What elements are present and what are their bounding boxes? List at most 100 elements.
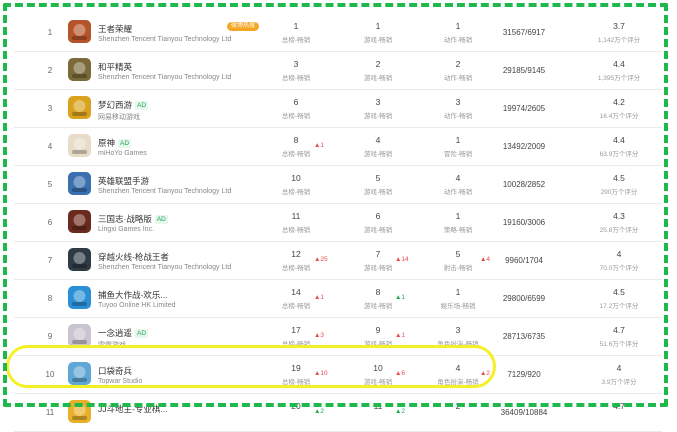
score-value: 4.7	[613, 325, 625, 335]
app-name[interactable]: 王者荣耀	[98, 23, 132, 35]
league-legends-icon[interactable]	[68, 172, 91, 195]
app-name-text[interactable]: 和平精英	[98, 62, 132, 72]
rank-value: 5	[455, 249, 461, 259]
app-name[interactable]: 穿越火线-枪战王者	[98, 251, 169, 263]
developer-name: Shenzhen Tencent Tianyou Technology Ltd	[98, 74, 232, 81]
category-rank: 3 总榜-畅销	[266, 59, 326, 82]
rank-category-label: 总榜-畅销	[281, 341, 311, 348]
category-rank: 11 总榜-畅销	[266, 211, 326, 234]
table-row[interactable]: 10 口袋奇兵 Topwar Studio 19 总榜-畅销 ▲10 10 游戏-畅销 ▲6 4 角…	[14, 356, 662, 394]
table-row[interactable]: 6 三国志·战略版 AD Lingxi Games Inc. 11 总榜-畅销 6 游戏-畅销…	[14, 204, 662, 242]
app-name-text[interactable]: 原神	[98, 138, 115, 148]
score: 4 70.0万个评分	[589, 249, 649, 272]
app-name[interactable]: 英雄联盟手游	[98, 175, 149, 187]
rating-count: 10028/2852	[502, 180, 546, 189]
score-value: 4.7	[613, 401, 625, 411]
category-rank: 1 冒险-畅销	[428, 135, 488, 158]
rank-number: 7	[47, 256, 53, 265]
rank-value: 1	[455, 211, 461, 221]
category-rank: 2 游戏-畅销	[348, 59, 408, 82]
review-count: 3.9万个评分	[601, 379, 637, 386]
rank-category-label: 动作-畅销	[443, 75, 473, 82]
rank-value: 4	[455, 363, 461, 373]
table-row[interactable]: 8 捕鱼大作战-欢乐... Tuyoo Online HK Limited 14 总榜-…	[14, 280, 662, 318]
rank-category-label: 动作-畅销	[443, 189, 473, 196]
fishing-icon[interactable]	[68, 286, 91, 309]
developer-name: Shenzhen Tencent Tianyou Technology Ltd	[98, 188, 232, 195]
app-name-text[interactable]: 捕鱼大作战-欢乐...	[98, 290, 167, 300]
rank-value: 1	[455, 135, 461, 145]
app-name-text[interactable]: 口袋奇兵	[98, 366, 132, 376]
rank-category-label: 动作-畅销	[443, 113, 473, 120]
rank-value: 6	[375, 211, 381, 221]
table-row[interactable]: 5 英雄联盟手游 Shenzhen Tencent Tianyou Technolo…	[14, 166, 662, 204]
topwar-icon[interactable]	[68, 362, 91, 385]
category-rank: 2 动作-畅销	[428, 59, 488, 82]
peacekeeper-elite-icon[interactable]	[68, 58, 91, 81]
app-name[interactable]: JJ斗地主-专业棋...	[98, 403, 167, 415]
yinian-icon[interactable]	[68, 324, 91, 347]
app-name-text[interactable]: 一念逍遥	[98, 328, 132, 338]
jj-poker-icon[interactable]	[68, 400, 91, 423]
app-name-text[interactable]: 英雄联盟手游	[98, 176, 149, 186]
rank-number: 1	[47, 28, 53, 37]
rating-count: 19160/3006	[502, 218, 546, 227]
rating-count: 9960/1704	[505, 256, 543, 265]
rank-value: 4	[455, 173, 461, 183]
table-row[interactable]: 11 JJ斗地主-专业棋... 20 ▲2 11 ▲2 2 36409/10884 4.7	[14, 394, 662, 432]
app-name-text[interactable]: 三国志·战略版	[98, 214, 152, 224]
table-row[interactable]: 4 原神 AD miHoYo Games 8 总榜-畅销 ▲1 4 游戏-畅销 1 冒险-畅销 134…	[14, 128, 662, 166]
rank-category-label: 游戏-畅销	[363, 265, 393, 272]
app-name[interactable]: 一念逍遥 AD	[98, 327, 149, 339]
app-name-text[interactable]: 梦幻西游	[98, 100, 132, 110]
rank-change: ▲1	[395, 294, 406, 301]
rank-number: 2	[47, 66, 53, 75]
category-rank: 1 游戏-畅销	[348, 21, 408, 44]
rank-value: 2	[455, 59, 461, 69]
rank-category-label: 游戏-畅销	[363, 151, 393, 158]
app-name[interactable]: 原神 AD	[98, 137, 132, 149]
category-rank: 2	[428, 401, 488, 411]
table-row[interactable]: 9 一念逍遥 AD 雷霆游戏 17 总榜-畅销 ▲3 9 游戏-畅销 ▲1 3 角色扮演-畅销 2871…	[14, 318, 662, 356]
rank-value: 1	[375, 21, 381, 31]
app-name[interactable]: 和平精英	[98, 61, 132, 73]
rank-category-label: 总榜-畅销	[281, 189, 311, 196]
category-rank: 1 娱乐场-畅销	[428, 287, 488, 310]
ad-badge: AD	[118, 139, 132, 149]
app-name-text[interactable]: JJ斗地主-专业棋...	[98, 404, 167, 414]
category-rank: 4 游戏-畅销	[348, 135, 408, 158]
app-name[interactable]: 口袋奇兵	[98, 365, 132, 377]
category-rank: 4 角色扮演-畅销	[428, 363, 488, 386]
review-count: 51.6万个评分	[599, 341, 639, 348]
app-name[interactable]: 三国志·战略版 AD	[98, 213, 168, 225]
genshin-icon[interactable]	[68, 134, 91, 157]
three-kingdoms-icon[interactable]	[68, 210, 91, 233]
table-row[interactable]: 1 王者荣耀 微博热搜 Shenzhen Tencent Tianyou Techno…	[14, 14, 662, 52]
developer-name: Shenzhen Tencent Tianyou Technology Ltd	[98, 36, 232, 43]
rank-number: 9	[47, 332, 53, 341]
table-row[interactable]: 7 穿越火线-枪战王者 Shenzhen Tencent Tianyou Techn…	[14, 242, 662, 280]
score-value: 4.4	[613, 135, 625, 145]
app-name[interactable]: 梦幻西游 AD	[98, 99, 149, 111]
app-name[interactable]: 捕鱼大作战-欢乐...	[98, 289, 167, 301]
developer-name: 雷霆游戏	[98, 342, 126, 349]
crossfire-icon[interactable]	[68, 248, 91, 271]
score-value: 4	[616, 363, 622, 373]
rank-category-label: 角色扮演-畅销	[437, 341, 479, 348]
honor-of-kings-icon[interactable]	[68, 20, 91, 43]
category-rank: 3 游戏-畅销	[348, 97, 408, 120]
table-row[interactable]: 3 梦幻西游 AD 网易移动游戏 6 总榜-畅销 3 游戏-畅销 3 动作-畅销 19974/260…	[14, 90, 662, 128]
score: 4.4 63.9万个评分	[589, 135, 649, 158]
rank-value: 1	[455, 287, 461, 297]
table-row[interactable]: 2 和平精英 Shenzhen Tencent Tianyou Technology…	[14, 52, 662, 90]
promo-badge: 微博热搜	[227, 22, 260, 31]
app-name-text[interactable]: 穿越火线-枪战王者	[98, 252, 169, 262]
score: 4.5 290万个评分	[589, 173, 649, 196]
fantasy-westward-icon[interactable]	[68, 96, 91, 119]
score-value: 4.4	[613, 59, 625, 69]
app-name-text[interactable]: 王者荣耀	[98, 24, 132, 34]
review-count: 290万个评分	[600, 189, 638, 196]
rank-category-label: 游戏-畅销	[363, 37, 393, 44]
rank-change: ▲10	[314, 370, 328, 377]
score-value: 4	[616, 249, 622, 259]
